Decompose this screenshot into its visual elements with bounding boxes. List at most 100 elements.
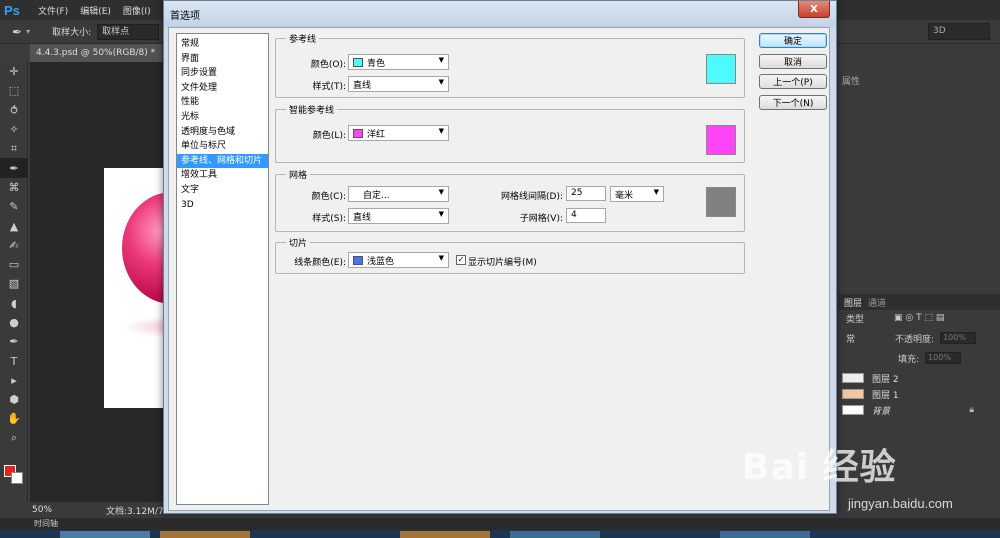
layer-row[interactable]: 背景 🔒︎: [838, 402, 1000, 418]
document-info: 文档:3.12M/7: [106, 506, 164, 517]
nav-item-cursors[interactable]: 光标: [177, 110, 268, 125]
dodge-tool-icon[interactable]: ●: [0, 313, 28, 332]
sample-size-select[interactable]: 取样点: [97, 23, 160, 40]
zoom-tool-icon[interactable]: ⌕: [0, 429, 28, 448]
close-button[interactable]: X: [798, 1, 830, 18]
dialog-titlebar[interactable]: 首选项 X: [164, 1, 836, 27]
show-slice-numbers-label[interactable]: 显示切片编号(M): [468, 255, 537, 268]
nav-item-3d[interactable]: 3D: [177, 198, 268, 213]
layer-name[interactable]: 图层 1: [872, 388, 899, 401]
opacity-label: 不透明度:: [895, 334, 935, 345]
layer-filter-row: 类型 ▣ ◎ T ⬚ ▤: [838, 310, 1000, 326]
gradient-tool-icon[interactable]: ▧: [0, 274, 28, 293]
background-color-swatch[interactable]: [11, 472, 23, 484]
nav-item-file-handling[interactable]: 文件处理: [177, 81, 268, 96]
taskbar-item[interactable]: [510, 531, 600, 538]
zoom-level[interactable]: 50%: [32, 505, 52, 515]
hand-tool-icon[interactable]: ✋: [0, 409, 28, 428]
blend-mode-select[interactable]: 常: [846, 332, 855, 345]
path-select-tool-icon[interactable]: ▸: [0, 371, 28, 390]
nav-item-type[interactable]: 文字: [177, 183, 268, 198]
fill-value[interactable]: 100%: [925, 352, 962, 364]
guides-style-select[interactable]: 直线 ▼: [348, 76, 449, 92]
crop-tool-icon[interactable]: ⌗: [0, 139, 28, 158]
history-brush-tool-icon[interactable]: ✍: [0, 236, 28, 255]
nav-item-general[interactable]: 常规: [177, 37, 268, 52]
taskbar-item[interactable]: [400, 531, 490, 538]
taskbar-item[interactable]: [160, 531, 250, 538]
eraser-tool-icon[interactable]: ▭: [0, 255, 28, 274]
document-tab[interactable]: 4.4.3.psd @ 50%(RGB/8) *: [30, 44, 162, 62]
menu-file[interactable]: 文件(F): [38, 4, 68, 17]
grid-group-title: 网格: [286, 168, 311, 181]
sphere-shadow: [124, 316, 164, 338]
guides-color-label: 颜色(O):: [310, 60, 346, 70]
move-tool-icon[interactable]: ✛: [0, 62, 28, 81]
guides-color-select[interactable]: 青色 ▼: [348, 54, 449, 70]
document-canvas[interactable]: [104, 168, 164, 408]
previous-button[interactable]: 上一个(P): [759, 74, 827, 89]
pink-sphere-image: [122, 192, 164, 304]
marquee-tool-icon[interactable]: ⬚: [0, 81, 28, 100]
tab-channels[interactable]: 通道: [868, 296, 886, 309]
layer-row[interactable]: 图层 2: [838, 370, 1000, 386]
menu-image[interactable]: 图像(I): [123, 4, 151, 17]
filter-icons[interactable]: ▣ ◎ T ⬚ ▤: [894, 313, 944, 323]
show-slice-numbers-checkbox[interactable]: ✓: [456, 255, 466, 265]
chevron-down-icon: ▼: [438, 254, 444, 262]
smart-guides-color-preview[interactable]: [706, 125, 736, 155]
gridline-unit-select[interactable]: 毫米 ▼: [610, 186, 664, 202]
smart-guides-color-select[interactable]: 洋红 ▼: [348, 125, 449, 141]
magenta-swatch: [353, 128, 363, 138]
chevron-down-icon: ▼: [438, 127, 444, 135]
baidu-watermark-url: jingyan.baidu.com: [848, 496, 953, 511]
nav-item-interface[interactable]: 界面: [177, 52, 268, 67]
nav-item-transparency-gamut[interactable]: 透明度与色域: [177, 125, 268, 140]
healing-tool-icon[interactable]: ⌘: [0, 178, 28, 197]
nav-item-units-rulers[interactable]: 单位与标尺: [177, 139, 268, 154]
ok-button[interactable]: 确定: [759, 33, 827, 48]
blur-tool-icon[interactable]: ◖: [0, 294, 28, 313]
eyedropper-tool-icon[interactable]: ✒: [0, 158, 28, 178]
pen-tool-icon[interactable]: ✒: [0, 332, 28, 351]
grid-color-preview[interactable]: [706, 187, 736, 217]
menu-edit[interactable]: 编辑(E): [80, 4, 111, 17]
grid-color-select[interactable]: 自定... ▼: [348, 186, 449, 202]
timeline-bar[interactable]: 时间轴: [0, 518, 1000, 530]
smart-guides-group-title: 智能参考线: [286, 103, 338, 116]
cancel-button[interactable]: 取消: [759, 54, 827, 69]
layer-name[interactable]: 图层 2: [872, 372, 899, 385]
photoshop-logo-icon: Ps: [4, 2, 20, 18]
cyan-swatch: [353, 57, 363, 67]
taskbar-item[interactable]: [60, 531, 150, 538]
gridline-interval-input[interactable]: 25: [566, 186, 606, 201]
layer-thumbnail: [842, 389, 864, 399]
slice-line-color-select[interactable]: 浅蓝色 ▼: [348, 252, 449, 268]
tab-layers[interactable]: 图层: [844, 296, 862, 309]
subdivisions-input[interactable]: 4: [566, 208, 606, 223]
workspace-select[interactable]: 3D: [928, 23, 990, 40]
status-bar: 50% 文档:3.12M/7: [0, 502, 164, 518]
nav-item-guides-grid-slices[interactable]: 参考线、网格和切片: [177, 153, 268, 169]
shape-tool-icon[interactable]: ⬢: [0, 390, 28, 409]
taskbar-item[interactable]: [720, 531, 810, 538]
nav-item-sync-settings[interactable]: 同步设置: [177, 66, 268, 81]
type-tool-icon[interactable]: T: [0, 351, 28, 370]
layer-thumbnail: [842, 405, 864, 415]
brush-tool-icon[interactable]: ✎: [0, 197, 28, 216]
tool-preset-arrow-icon[interactable]: ▾: [26, 27, 30, 36]
quick-select-tool-icon[interactable]: ✧: [0, 120, 28, 139]
grid-style-select[interactable]: 直线 ▼: [348, 208, 449, 224]
layer-name[interactable]: 背景: [872, 404, 890, 417]
stamp-tool-icon[interactable]: ▲: [0, 216, 28, 235]
opacity-value[interactable]: 100%: [940, 332, 977, 344]
eyedropper-icon[interactable]: ✒: [12, 25, 22, 39]
guides-color-preview[interactable]: [706, 54, 736, 84]
nav-item-performance[interactable]: 性能: [177, 95, 268, 110]
nav-item-plugins[interactable]: 增效工具: [177, 168, 268, 183]
lasso-tool-icon[interactable]: ⥀: [0, 101, 28, 120]
layer-row[interactable]: 图层 1: [838, 386, 1000, 402]
next-button[interactable]: 下一个(N): [759, 95, 827, 110]
properties-label: 属性: [842, 77, 861, 87]
kind-filter-label[interactable]: 类型: [846, 312, 864, 325]
